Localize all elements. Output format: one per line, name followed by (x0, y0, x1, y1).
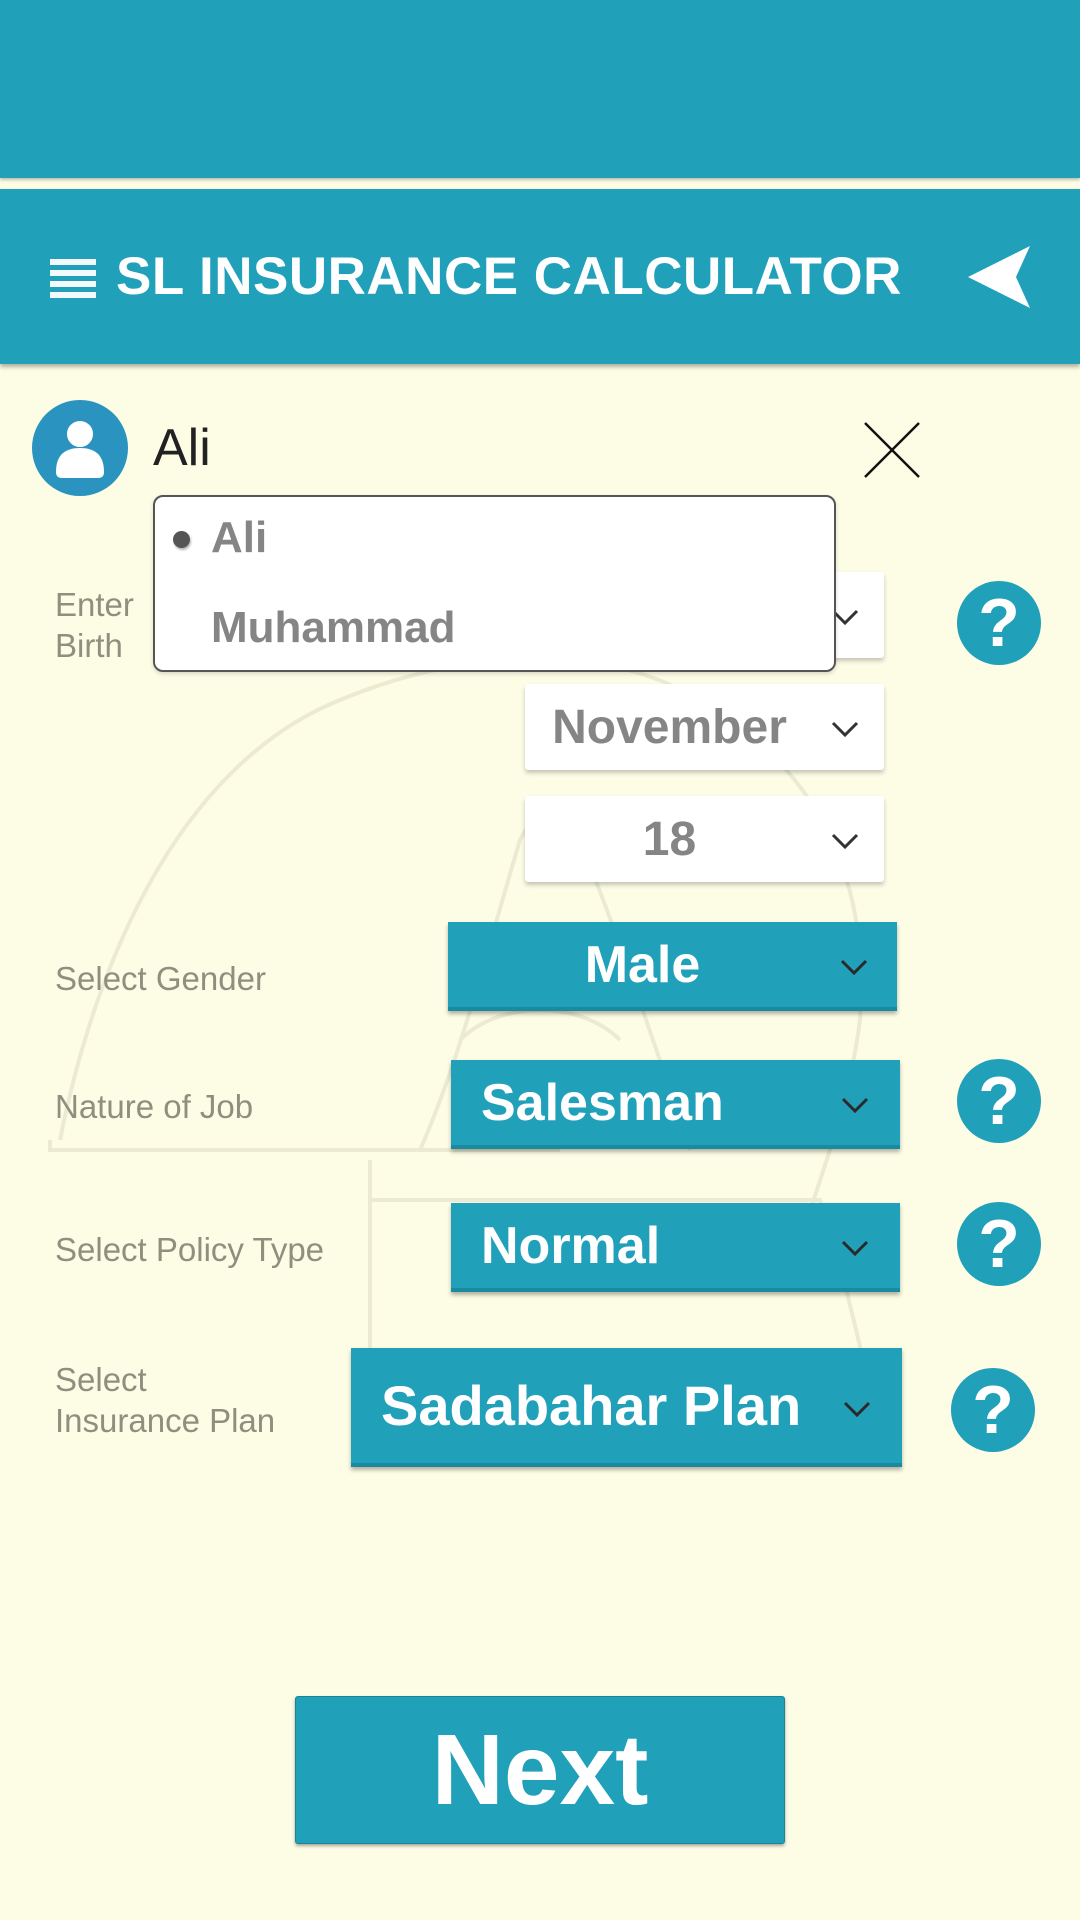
job-label: Nature of Job (55, 1088, 254, 1125)
profile-option-label: Ali (211, 513, 268, 562)
back-arrow-icon[interactable] (966, 244, 1034, 310)
plan-label-line2: Insurance Plan (55, 1402, 276, 1439)
top-bar (0, 0, 1080, 178)
job-dropdown[interactable]: Salesman (451, 1060, 900, 1149)
plan-dropdown[interactable]: Sadabahar Plan (351, 1348, 902, 1467)
next-button[interactable]: Next (295, 1696, 785, 1844)
plan-label-line1: Select (55, 1361, 147, 1398)
dob-label-line2: Birth (55, 627, 123, 664)
app-title: SL INSURANCE CALCULATOR (116, 247, 902, 306)
job-value: Salesman (481, 1073, 724, 1132)
chevron-down-icon (840, 959, 868, 976)
chevron-down-icon (843, 1401, 871, 1418)
profile-option-label: Muhammad (211, 603, 456, 652)
profile-name[interactable]: Ali (153, 418, 211, 478)
month-value: November (552, 700, 787, 754)
profile-option-muhammad[interactable]: Muhammad (155, 585, 834, 672)
chevron-down-icon (841, 1097, 869, 1114)
plan-value: Sadabahar Plan (381, 1374, 802, 1437)
day-dropdown[interactable]: 18 (525, 796, 884, 882)
chevron-down-icon (831, 833, 859, 850)
gender-value: Male (584, 935, 701, 994)
chevron-down-icon (831, 721, 859, 738)
gender-label: Select Gender (55, 960, 266, 997)
plan-label: Select Insurance Plan (55, 1359, 275, 1441)
day-value: 18 (642, 812, 697, 866)
chevron-down-icon (841, 1240, 869, 1257)
close-icon[interactable] (862, 420, 922, 480)
dob-help-icon[interactable]: ? (957, 581, 1041, 665)
policy-value: Normal (481, 1216, 661, 1275)
month-dropdown[interactable]: November (525, 684, 884, 770)
policy-label: Select Policy Type (55, 1231, 325, 1268)
dob-label: Enter Birth (55, 584, 134, 666)
policy-dropdown[interactable]: Normal (451, 1203, 900, 1292)
gender-dropdown[interactable]: Male (448, 922, 897, 1011)
radio-selected-icon (173, 531, 190, 548)
profile-option-ali[interactable]: Ali (155, 497, 834, 585)
policy-help-icon[interactable]: ? (957, 1202, 1041, 1286)
hamburger-menu-icon[interactable] (50, 259, 96, 299)
plan-help-icon[interactable]: ? (951, 1368, 1035, 1452)
dob-label-line1: Enter (55, 586, 134, 623)
user-avatar-icon[interactable] (32, 400, 128, 496)
profile-select-popup: Ali Muhammad (153, 495, 836, 672)
job-help-icon[interactable]: ? (957, 1059, 1041, 1143)
